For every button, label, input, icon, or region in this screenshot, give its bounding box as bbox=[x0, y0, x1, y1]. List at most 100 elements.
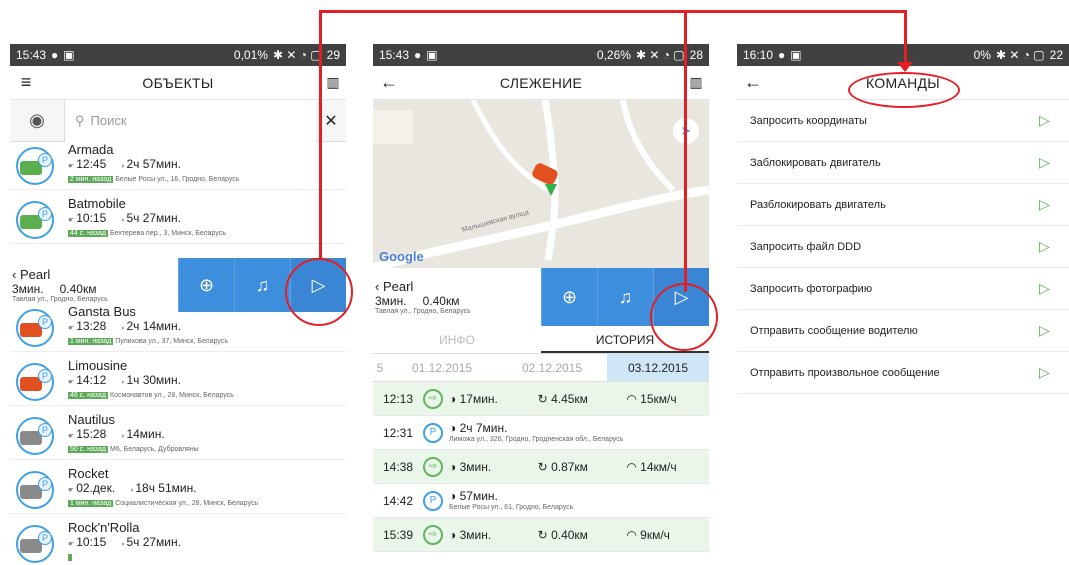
object-row[interactable]: P Rocket ☛ 02.дек. ◑ 18ч 51мин. 1 мин. назад… bbox=[10, 462, 346, 514]
menu-icon[interactable]: ≡ bbox=[10, 72, 42, 93]
object-duration: ◑ 1ч 30мин. bbox=[120, 373, 181, 387]
chat-icon: ● bbox=[414, 48, 422, 62]
object-time: ☛ 02.дек. bbox=[68, 481, 116, 495]
history-time: 12:31 bbox=[383, 425, 414, 440]
direction-arrow-icon bbox=[545, 184, 557, 196]
history-row[interactable]: 14:38 ⇨ ◑ 3мин. ↻ 0.87км ◠ 14км/ч bbox=[373, 450, 709, 484]
search-row: ◉ ⚲ Поиск ✕ bbox=[10, 99, 346, 142]
locate-button[interactable]: ⊕ bbox=[541, 268, 597, 326]
history-duration: ◑ 3мин. bbox=[449, 459, 492, 474]
command-item[interactable]: Разблокировать двигатель ▷ bbox=[737, 184, 1069, 226]
object-stats: 3мин. 0.40км bbox=[12, 282, 178, 296]
object-time: ☛ 10:15 bbox=[68, 535, 107, 549]
annotation-line bbox=[904, 10, 907, 70]
battery-level: 28 bbox=[689, 48, 703, 62]
object-address: 44 с. назад Бехтерева пер., 3, Минск, Бел… bbox=[68, 230, 226, 237]
play-icon[interactable]: ▷ bbox=[1039, 364, 1069, 381]
command-item[interactable]: Запросить фотографию ▷ bbox=[737, 268, 1069, 310]
date-item[interactable]: 01.12.2015 bbox=[387, 354, 497, 381]
annotation-line bbox=[684, 10, 687, 292]
notifications-button[interactable]: ♫ bbox=[234, 258, 290, 312]
object-duration: ◑ 5ч 27мин. bbox=[120, 535, 181, 549]
annotation-line bbox=[319, 10, 322, 260]
play-icon[interactable]: ▷ bbox=[1039, 322, 1069, 339]
history-row[interactable]: 12:13 ⇨ ◑ 17мин. ↻ 4.45км ◠ 15км/ч bbox=[373, 382, 709, 416]
history-panel: ИНФО ИСТОРИЯ 5 01.12.2015 02.12.2015 03.… bbox=[373, 326, 709, 552]
object-row[interactable]: P Armada ☛ 12:45 ◑ 2ч 57мин. 2 мин. назад Бел… bbox=[10, 138, 346, 190]
history-row[interactable]: 14:42 P ◑ 57мин. Белые Росы ул., 61, Гродно… bbox=[373, 484, 709, 518]
status-bar: 15:43 ● ▣ 0,01% ✱ ✕ ◔ ▢ 29 bbox=[10, 44, 346, 66]
object-address: Тавлая ул., Гродно, Беларусь bbox=[375, 308, 471, 315]
history-duration: ◑ 17мин. bbox=[449, 391, 498, 406]
map-roads bbox=[373, 100, 709, 268]
object-avatar: P bbox=[16, 465, 62, 511]
object-stats: 3мин. 0.40км bbox=[375, 294, 541, 308]
command-item[interactable]: Отправить произвольное сообщение ▷ bbox=[737, 352, 1069, 394]
date-prev[interactable]: 5 bbox=[373, 354, 387, 381]
object-name: Armada bbox=[68, 142, 114, 157]
object-distance: 0.40км bbox=[59, 282, 97, 296]
eye-icon[interactable]: ◉ bbox=[10, 110, 64, 131]
trip-icon: ⇨ bbox=[423, 388, 443, 409]
object-row[interactable]: P Rock'n'Rolla ☛ 10:15 ◑ 5ч 27мин. bbox=[10, 516, 346, 565]
date-item[interactable]: 02.12.2015 bbox=[497, 354, 607, 381]
clock: 15:43 bbox=[379, 48, 410, 62]
search-input[interactable]: ⚲ Поиск bbox=[64, 99, 316, 142]
back-arrow-icon[interactable]: ← bbox=[737, 72, 769, 93]
parking-icon: P bbox=[423, 490, 443, 511]
locate-button[interactable]: ⊕ bbox=[178, 258, 234, 312]
play-icon[interactable]: ▷ bbox=[1039, 112, 1069, 129]
command-item[interactable]: Запросить файл DDD ▷ bbox=[737, 226, 1069, 268]
battery-level: 22 bbox=[1049, 48, 1063, 62]
history-parking: ◑ 57мин. Белые Росы ул., 61, Гродно, Бела… bbox=[449, 488, 574, 511]
date-item-selected[interactable]: 03.12.2015 bbox=[607, 354, 709, 381]
object-duration: ◑ 18ч 51мин. bbox=[129, 481, 197, 495]
object-row[interactable]: P Batmobile ☛ 10:15 ◑ 5ч 27мин. 44 с. назад Б… bbox=[10, 192, 346, 244]
history-time: 14:42 bbox=[383, 493, 414, 508]
play-icon[interactable]: ▷ bbox=[1039, 196, 1069, 213]
trip-icon: ⇨ bbox=[423, 524, 443, 545]
play-icon[interactable]: ▷ bbox=[1039, 154, 1069, 171]
signal-icon: ✱ ✕ ◔ ▢ bbox=[995, 48, 1045, 62]
history-row[interactable]: 12:31 P ◑ 2ч 7мин. Лиможа ул., 326, Гродно,… bbox=[373, 416, 709, 450]
command-label: Отправить сообщение водителю bbox=[750, 324, 918, 337]
chat-icon: ● bbox=[778, 48, 786, 62]
play-icon[interactable]: ▷ bbox=[1039, 280, 1069, 297]
object-time: ☛ 14:12 bbox=[68, 373, 107, 387]
annotation-arrow-icon bbox=[897, 62, 913, 72]
object-address: 1 мин. назад Социалистическая ул., 28, Ми… bbox=[68, 500, 259, 507]
map-icon[interactable]: ▥ bbox=[320, 74, 346, 91]
tab-info[interactable]: ИНФО bbox=[373, 326, 541, 353]
object-distance: 0.40км bbox=[422, 294, 460, 308]
history-time: 12:13 bbox=[383, 391, 414, 406]
command-label: Запросить фотографию bbox=[750, 282, 873, 295]
action-row-info[interactable]: ‹ Pearl 3мин. 0.40км Тавлая ул., Гродно,… bbox=[373, 279, 541, 315]
command-label: Запросить координаты bbox=[750, 114, 867, 127]
map-view[interactable]: Малышевская вулiца ➤ Google bbox=[373, 100, 709, 268]
notifications-button[interactable]: ♫ bbox=[597, 268, 653, 326]
object-avatar: P bbox=[16, 519, 62, 565]
command-item[interactable]: Отправить сообщение водителю ▷ bbox=[737, 310, 1069, 352]
back-arrow-icon[interactable]: ← bbox=[373, 72, 405, 93]
search-placeholder: Поиск bbox=[90, 113, 127, 128]
play-icon[interactable]: ▷ bbox=[1039, 238, 1069, 255]
object-name: Nautilus bbox=[68, 412, 115, 427]
history-row[interactable]: 15:39 ⇨ ◑ 3мин. ↻ 0.40км ◠ 9км/ч bbox=[373, 518, 709, 552]
object-row[interactable]: P Limousine ☛ 14:12 ◑ 1ч 30мин. 46 с. назад К… bbox=[10, 354, 346, 406]
page-title: СЛЕЖЕНИЕ bbox=[499, 74, 583, 91]
parking-icon: P bbox=[38, 314, 52, 329]
object-name: Rock'n'Rolla bbox=[68, 520, 140, 535]
object-duration: ◑ 14мин. bbox=[120, 427, 165, 441]
object-address: 1 мин. назад Пулихова ул., 37, Минск, Бел… bbox=[68, 338, 228, 345]
action-row-info[interactable]: ‹ Pearl 3мин. 0.40км Тавлая ул., Гродно,… bbox=[10, 267, 178, 303]
history-speed: ◠ 14км/ч bbox=[626, 459, 677, 474]
history-distance: ↻ 0.87км bbox=[537, 459, 588, 474]
object-address: 2 мин. назад Белые Росы ул., 16, Гродно, … bbox=[68, 176, 240, 183]
command-label: Разблокировать двигатель bbox=[750, 198, 886, 211]
command-item[interactable]: Заблокировать двигатель ▷ bbox=[737, 142, 1069, 184]
annotation-circle bbox=[650, 283, 718, 351]
page-title: ОБЪЕКТЫ bbox=[142, 74, 214, 91]
object-name: Rocket bbox=[68, 466, 109, 481]
image-icon: ▣ bbox=[63, 48, 75, 62]
object-row[interactable]: P Nautilus ☛ 15:28 ◑ 14мин. 50 с. назад М6, Б… bbox=[10, 408, 346, 460]
